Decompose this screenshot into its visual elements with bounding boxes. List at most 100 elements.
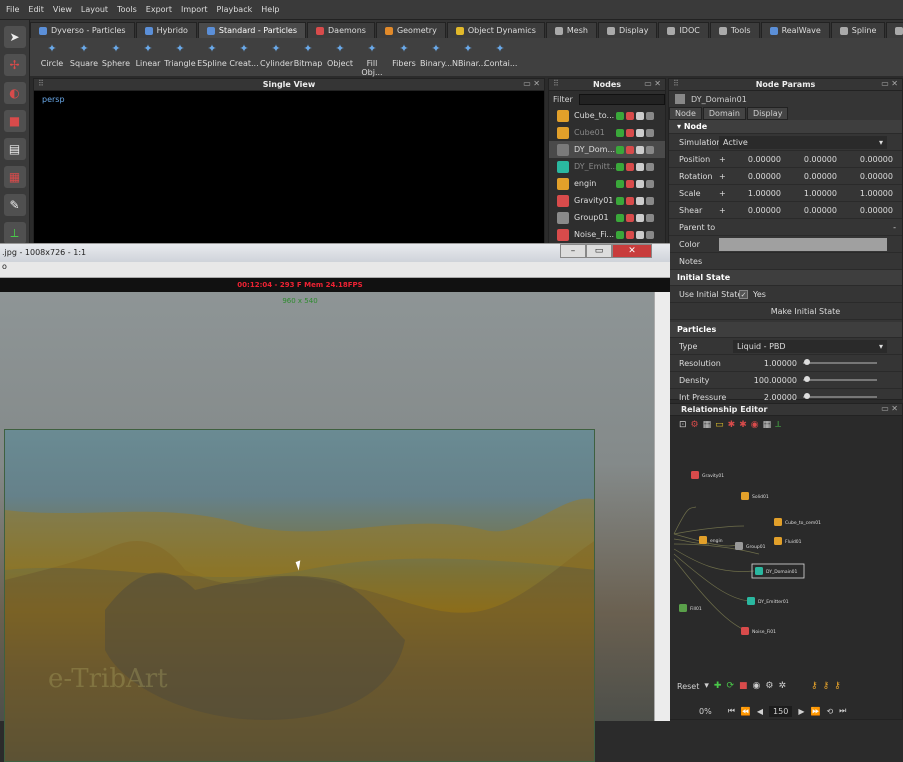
toggle-icon[interactable] <box>626 213 634 222</box>
graph-node[interactable]: DY_Emitter01 <box>747 597 789 605</box>
vector-value[interactable]: 0.00000 <box>729 172 785 181</box>
frame-field[interactable]: 150 <box>769 705 793 717</box>
particles-header[interactable]: Particles <box>669 322 902 338</box>
graph-node[interactable]: Solid01 <box>741 492 769 500</box>
menu-item-view[interactable]: View <box>53 5 72 14</box>
graph-node[interactable]: Fluid01 <box>774 537 802 545</box>
menu-item-export[interactable]: Export <box>146 5 172 14</box>
toggle-icon[interactable] <box>626 111 634 120</box>
gear-icon[interactable]: ⚙ <box>765 681 773 691</box>
initial-state-header[interactable]: Initial State <box>669 270 902 286</box>
vector-value[interactable]: 0.00000 <box>729 155 785 164</box>
play-back-icon[interactable]: ◀ <box>757 707 763 716</box>
color-swatch[interactable] <box>719 237 887 251</box>
node-list-item[interactable]: Group01 <box>549 209 665 226</box>
step-back-icon[interactable]: ⏪ <box>741 707 751 716</box>
settings-icon[interactable]: ✲ <box>778 681 786 691</box>
shelf-tool[interactable]: ✦ Fill Obj... <box>356 42 388 77</box>
panel-controls-icon[interactable]: ▭ ✕ <box>881 79 898 88</box>
toggle-icon[interactable] <box>616 162 624 171</box>
toggle-icon[interactable] <box>636 230 644 239</box>
shelf-tool[interactable]: ✦ Binary... <box>420 42 452 68</box>
shelf-tool[interactable]: ✦ Contai... <box>484 42 517 68</box>
shelf-tool[interactable]: ✦ Object <box>324 42 356 68</box>
pencil-icon[interactable]: ✎ <box>3 194 26 216</box>
tab-object-dynamics[interactable]: Object Dynamics <box>446 22 545 38</box>
graph-node[interactable]: engin <box>699 536 723 544</box>
expand-plus-icon[interactable]: + <box>719 189 729 198</box>
graph-node[interactable]: DY_Domain01 <box>751 563 805 579</box>
panel-controls-icon[interactable]: ▭ ✕ <box>523 79 540 88</box>
params-tab-node[interactable]: Node <box>669 107 702 120</box>
reset-button[interactable]: Reset <box>677 682 699 691</box>
step-forward-icon[interactable]: ⏩ <box>810 707 820 716</box>
make-initial-button[interactable]: Make Initial State <box>771 307 840 316</box>
node-list-item[interactable]: Cube_to... <box>549 107 665 124</box>
vector-value[interactable]: 0.00000 <box>785 172 841 181</box>
shelf-tool[interactable]: ✦ Bitmap <box>292 42 324 68</box>
toggle-icon[interactable] <box>626 230 634 239</box>
vector-value[interactable]: 0.00000 <box>841 206 897 215</box>
minimize-button[interactable]: – <box>560 244 586 258</box>
tab-daemons[interactable]: Daemons <box>307 22 375 38</box>
toggle-icon[interactable] <box>636 179 644 188</box>
toggle-icon[interactable] <box>646 145 654 154</box>
shelf-tool[interactable]: ✦ Cylinder <box>260 42 293 68</box>
node-list-item[interactable]: Gravity01 <box>549 192 665 209</box>
tab-mesh[interactable]: Mesh <box>545 22 597 38</box>
vector-value[interactable]: 0.00000 <box>729 206 785 215</box>
vector-value[interactable]: 1.00000 <box>841 189 897 198</box>
toggle-icon[interactable] <box>616 196 624 205</box>
expand-plus-icon[interactable]: + <box>719 155 729 164</box>
menu-item-layout[interactable]: Layout <box>81 5 108 14</box>
cube-icon[interactable]: ■ <box>739 681 748 691</box>
close-button[interactable]: ✕ <box>612 244 652 258</box>
toggle-icon[interactable] <box>616 111 624 120</box>
loop-icon[interactable]: ⟲ <box>826 707 833 716</box>
graph-node[interactable]: Cube_to_cem01 <box>774 518 821 526</box>
panel-grip-icon[interactable]: ⠿ <box>553 79 559 88</box>
slider-handle[interactable] <box>803 393 810 399</box>
tab-realwave[interactable]: RealWave <box>760 22 830 38</box>
node-section-header[interactable]: ▾ Node <box>669 120 902 134</box>
toggle-icon[interactable] <box>636 111 644 120</box>
scalar-value[interactable]: 1.00000 <box>729 359 803 368</box>
graph-node[interactable]: Fill01 <box>679 604 702 612</box>
folder-icon[interactable]: ▭ <box>715 420 724 430</box>
menu-item-help[interactable]: Help <box>261 5 279 14</box>
toggle-icon[interactable] <box>646 111 654 120</box>
chevron-down-icon[interactable]: ▾ <box>704 681 709 691</box>
viewer-scrollbar[interactable] <box>654 292 670 721</box>
vector-value[interactable]: 0.00000 <box>785 155 841 164</box>
toggle-icon[interactable] <box>646 162 654 171</box>
shelf-tool[interactable]: ✦ Linear <box>132 42 164 68</box>
menu-item-import[interactable]: Import <box>181 5 208 14</box>
scalar-slider[interactable] <box>803 376 877 382</box>
shelf-tool[interactable]: ✦ Circle <box>36 42 68 68</box>
tab-geometry[interactable]: Geometry <box>375 22 446 38</box>
panel-grip-icon[interactable]: ⠿ <box>38 79 44 88</box>
add-node-icon[interactable]: ✚ <box>714 681 722 691</box>
toggle-icon[interactable] <box>636 128 644 137</box>
toggle-icon[interactable] <box>616 179 624 188</box>
node-icon[interactable]: ✱ <box>739 420 747 430</box>
menu-item-tools[interactable]: Tools <box>117 5 137 14</box>
tab-standard-particles[interactable]: Standard - Particles <box>197 22 307 38</box>
toggle-icon[interactable] <box>646 196 654 205</box>
node-icon[interactable]: ◉ <box>751 420 759 430</box>
toggle-icon[interactable] <box>626 179 634 188</box>
toggle-icon[interactable] <box>636 145 644 154</box>
tab-spline[interactable]: Spline <box>830 22 886 38</box>
refresh-icon[interactable]: ⟳ <box>726 681 734 691</box>
key-icon[interactable]: ⚷ <box>834 681 841 691</box>
graph-node[interactable]: Group01 <box>735 542 766 550</box>
scalar-value[interactable]: 2.00000 <box>729 393 803 402</box>
parent-value[interactable]: - <box>893 223 896 232</box>
node-list-item[interactable]: DY_Emitt... <box>549 158 665 175</box>
tab-hybrido[interactable]: Hybrido <box>135 22 197 38</box>
relationship-graph[interactable]: Gravity01 Solid01 Cube_to_cem01engin Group0… <box>669 434 903 674</box>
vector-value[interactable]: 1.00000 <box>785 189 841 198</box>
vector-value[interactable]: 1.00000 <box>729 189 785 198</box>
params-tab-domain[interactable]: Domain <box>702 107 746 120</box>
slider-handle[interactable] <box>803 359 810 365</box>
